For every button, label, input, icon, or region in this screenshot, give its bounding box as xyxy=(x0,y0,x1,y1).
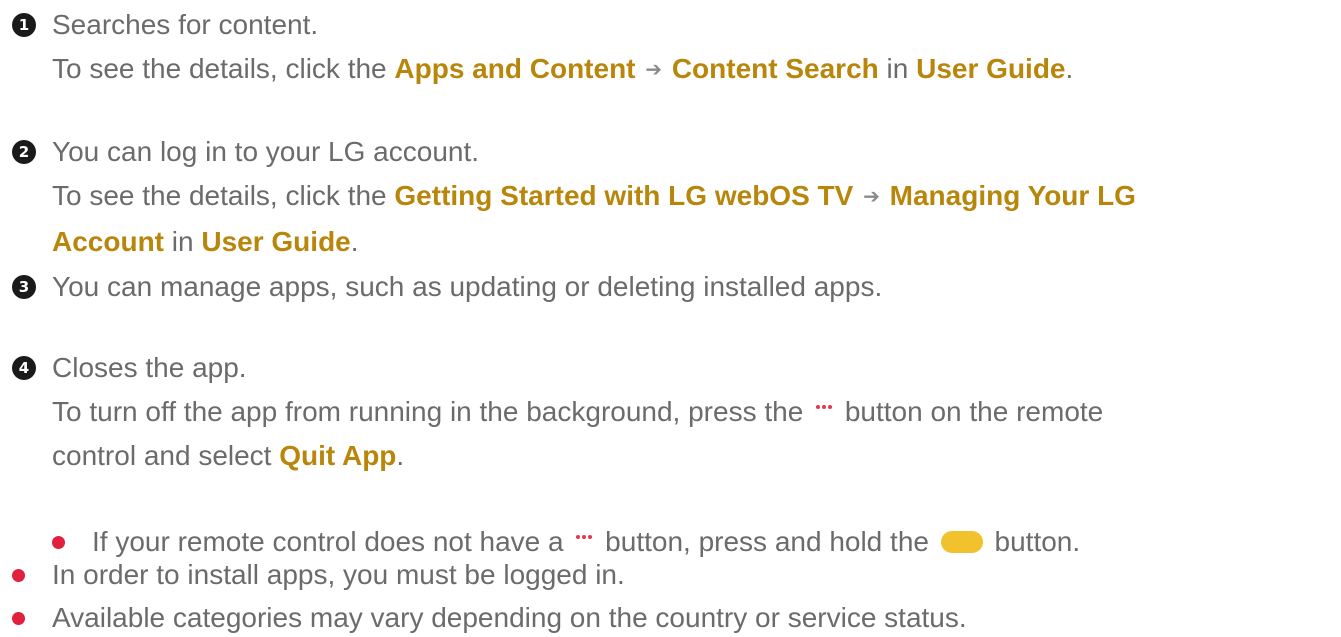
link-managing-account-part1[interactable]: Managing Your LG xyxy=(890,180,1136,211)
bullet-dot-icon xyxy=(52,536,65,549)
sub-bullet-text: If your remote control does not have a b… xyxy=(92,525,1080,559)
link-getting-started[interactable]: Getting Started with LG webOS TV xyxy=(394,180,853,211)
detail-end: . xyxy=(1065,53,1074,84)
link-quit-app[interactable]: Quit App xyxy=(279,440,396,471)
item-4-detail-line2: control and select Quit App. xyxy=(52,439,1103,473)
more-dots-icon xyxy=(815,383,833,417)
number-badge-2: 2 xyxy=(12,140,36,164)
link-apps-and-content[interactable]: Apps and Content xyxy=(394,53,635,84)
item-2-detail-cont: Account in User Guide. xyxy=(52,225,1136,259)
bullet-dot-icon xyxy=(12,569,25,582)
number-badge-3: 3 xyxy=(12,275,36,299)
item-2-text: You can log in to your LG account. xyxy=(52,136,480,167)
more-dots-icon xyxy=(575,513,593,547)
yellow-button-icon xyxy=(940,531,983,553)
detail-text: control and select xyxy=(52,440,280,471)
item-3-text: You can manage apps, such as updating or… xyxy=(52,271,883,302)
arrow-icon: ➔ xyxy=(863,184,880,208)
link-user-guide[interactable]: User Guide xyxy=(201,226,350,257)
item-2-detail: To see the details, click the Getting St… xyxy=(52,179,1136,215)
sub-bullet-middle: button, press and hold the xyxy=(597,526,937,557)
number-badge-1: 1 xyxy=(12,13,36,37)
detail-in: in xyxy=(878,53,917,84)
detail-text-after: button on the remote xyxy=(837,396,1104,427)
link-managing-account-part2[interactable]: Account xyxy=(52,226,164,257)
bullet-dot-icon xyxy=(12,612,25,625)
link-user-guide[interactable]: User Guide xyxy=(916,53,1065,84)
detail-text: To turn off the app from running in the … xyxy=(52,396,812,427)
item-4-detail-line1: To turn off the app from running in the … xyxy=(52,395,1103,429)
item-1-detail: To see the details, click the Apps and C… xyxy=(52,52,1073,88)
detail-prefix: To see the details, click the xyxy=(52,180,395,211)
detail-end: . xyxy=(350,226,359,257)
numbered-item-1: 1 Searches for content. To see the detai… xyxy=(12,8,1073,88)
numbered-item-4: 4 Closes the app. To turn off the app fr… xyxy=(12,351,1103,473)
bullet-text: Available categories may vary depending … xyxy=(52,602,967,633)
detail-in: in xyxy=(164,226,202,257)
bullet-text: In order to install apps, you must be lo… xyxy=(52,559,625,590)
link-content-search[interactable]: Content Search xyxy=(672,53,879,84)
detail-prefix: To see the details, click the xyxy=(52,53,395,84)
sub-bullet-before: If your remote control does not have a xyxy=(92,526,572,557)
detail-end: . xyxy=(396,440,405,471)
item-1-text: Searches for content. xyxy=(52,9,319,40)
sub-bullet-after: button. xyxy=(986,526,1081,557)
arrow-icon: ➔ xyxy=(645,57,663,81)
numbered-item-2: 2 You can log in to your LG account. To … xyxy=(12,135,1136,259)
item-4-text: Closes the app. xyxy=(52,352,247,383)
number-badge-4: 4 xyxy=(12,356,36,380)
